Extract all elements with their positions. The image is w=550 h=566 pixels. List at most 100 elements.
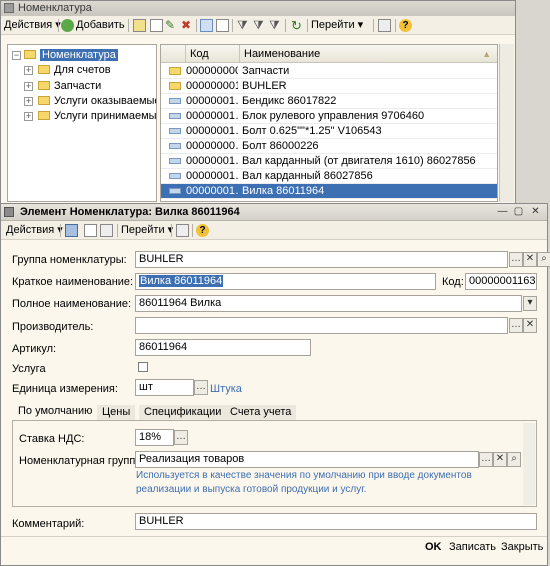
select-button[interactable]: …: [509, 252, 523, 267]
minimize-icon[interactable]: —: [496, 206, 509, 218]
expand-toggle[interactable]: +: [24, 112, 33, 121]
table-row[interactable]: 00000001… Вал карданный (от двигателя 16…: [161, 154, 497, 169]
tab-defaults[interactable]: По умолчанию: [13, 404, 98, 421]
panel-scrollbar[interactable]: [523, 423, 535, 505]
table-row[interactable]: 000000000… Запчасти: [161, 64, 497, 79]
table-row[interactable]: 00000001… Болт 0.625""*1.25" V106543: [161, 124, 497, 139]
print-icon[interactable]: [100, 224, 113, 237]
expand-toggle[interactable]: +: [24, 97, 33, 106]
window-title: Номенклатура: [18, 2, 92, 14]
expand-toggle[interactable]: +: [24, 82, 33, 91]
delete-icon[interactable]: ✖: [181, 19, 194, 32]
folder-icon: [169, 82, 181, 90]
list-toolbar: Действия ▾ Добавить ✎ ✖ ⧩ ⧩ ⧩ ↻ Перейти …: [1, 16, 515, 35]
table-row[interactable]: 00000000… Болт 86000226: [161, 139, 497, 154]
tree-item[interactable]: Запчасти: [38, 79, 101, 93]
open-icon[interactable]: ⌕: [537, 252, 550, 267]
column-header-icon: [161, 45, 185, 63]
select-button[interactable]: …: [479, 452, 493, 467]
save-icon[interactable]: [65, 224, 78, 237]
copy-icon[interactable]: [150, 19, 163, 32]
structure-icon[interactable]: [84, 224, 97, 237]
select-button[interactable]: …: [174, 430, 188, 445]
refresh-icon[interactable]: ↻: [291, 19, 304, 32]
column-header-code[interactable]: Код: [185, 45, 239, 63]
item-icon: [169, 98, 181, 104]
window-icon: [4, 207, 14, 217]
save-button[interactable]: Записать: [449, 541, 496, 553]
separator: [58, 19, 59, 32]
table-row[interactable]: 00000001… Вал карданный 86027856: [161, 169, 497, 184]
vertical-scrollbar[interactable]: [499, 44, 514, 202]
item-icon: [169, 113, 181, 119]
help-icon[interactable]: ?: [399, 19, 412, 32]
folder-icon: [38, 96, 50, 105]
article-label: Артикул:: [12, 343, 57, 355]
table-row[interactable]: 00000001… Бендикс 86017822: [161, 94, 497, 109]
select-button[interactable]: …: [194, 380, 208, 395]
vat-label: Ставка НДС:: [19, 433, 85, 445]
hierarchy-icon[interactable]: [200, 19, 213, 32]
actions-menu[interactable]: Действия ▾: [6, 223, 63, 238]
article-field[interactable]: 86011964: [135, 339, 311, 356]
items-table[interactable]: Код Наименование▲ 000000000… Запчасти 00…: [160, 44, 498, 202]
open-icon[interactable]: ⌕: [507, 452, 521, 467]
comment-field[interactable]: BUHLER: [135, 513, 537, 530]
dropdown-button[interactable]: ▾: [523, 296, 537, 311]
maximize-icon[interactable]: ▢: [512, 206, 525, 218]
filter-icon[interactable]: ⧩: [237, 19, 250, 32]
code-label: Код:: [442, 276, 464, 288]
ok-button[interactable]: OK: [425, 541, 442, 553]
filter-value-icon[interactable]: ⧩: [253, 19, 266, 32]
collapse-toggle[interactable]: −: [12, 51, 21, 60]
separator: [373, 19, 374, 32]
separator: [395, 19, 396, 32]
group-field[interactable]: BUHLER: [135, 251, 508, 268]
list-mode-icon[interactable]: [216, 19, 229, 32]
add-button[interactable]: Добавить: [76, 18, 125, 33]
column-header-name[interactable]: Наименование ▲: [239, 45, 497, 63]
code-field[interactable]: 00000001163: [465, 273, 537, 290]
tree-item-root[interactable]: Номенклатура: [24, 48, 118, 62]
short-name-field[interactable]: Вилка 86011964: [135, 273, 436, 290]
table-row[interactable]: 00000001… Блок рулевого управления 97064…: [161, 109, 497, 124]
add-folder-icon[interactable]: [133, 19, 146, 32]
manufacturer-field[interactable]: [135, 317, 508, 334]
form-toolbar: Действия ▾ Перейти ▾ ?: [1, 221, 547, 240]
close-button[interactable]: Закрыть: [501, 541, 543, 553]
list-settings-icon[interactable]: [378, 19, 391, 32]
goto-menu[interactable]: Перейти ▾: [121, 223, 173, 238]
table-row[interactable]: 000000001… BUHLER: [161, 79, 497, 94]
tab-specifications[interactable]: Спецификации: [139, 405, 227, 421]
unit-link[interactable]: Штука: [210, 383, 242, 395]
short-name-label: Краткое наименование:: [12, 276, 134, 288]
close-icon[interactable]: ✕: [529, 206, 542, 218]
service-checkbox[interactable]: [138, 362, 148, 372]
full-name-field[interactable]: 86011964 Вилка: [135, 295, 522, 312]
edit-icon[interactable]: ✎: [165, 19, 178, 32]
help-icon[interactable]: ?: [196, 224, 209, 237]
separator: [232, 19, 233, 32]
unit-field[interactable]: шт: [135, 379, 194, 396]
vat-field[interactable]: 18%: [135, 429, 174, 446]
tree-item[interactable]: Услуги принимаемые: [38, 109, 156, 123]
tab-accounts[interactable]: Счета учета: [225, 405, 297, 421]
nom-group-field[interactable]: Реализация товаров: [135, 451, 479, 468]
clear-icon[interactable]: ✕: [493, 452, 507, 467]
tree-item[interactable]: Услуги оказываемые: [38, 94, 156, 108]
manufacturer-label: Производитель:: [12, 321, 94, 333]
folder-icon: [38, 81, 50, 90]
window-icon: [4, 3, 14, 13]
group-tree[interactable]: − Номенклатура + Для счетов + Запчасти +…: [7, 44, 157, 202]
actions-menu[interactable]: Действия ▾: [4, 18, 61, 33]
clear-icon[interactable]: ✕: [523, 252, 537, 267]
goto-menu[interactable]: Перейти ▾: [311, 18, 363, 33]
clear-icon[interactable]: ✕: [523, 318, 537, 333]
settings-icon[interactable]: [176, 224, 189, 237]
clear-filter-icon[interactable]: ⧩: [269, 19, 282, 32]
tree-item[interactable]: Для счетов: [38, 63, 111, 77]
tab-prices[interactable]: Цены: [97, 405, 136, 421]
select-button[interactable]: …: [509, 318, 523, 333]
expand-toggle[interactable]: +: [24, 66, 33, 75]
table-row-selected[interactable]: 00000001… Вилка 86011964: [161, 184, 497, 199]
